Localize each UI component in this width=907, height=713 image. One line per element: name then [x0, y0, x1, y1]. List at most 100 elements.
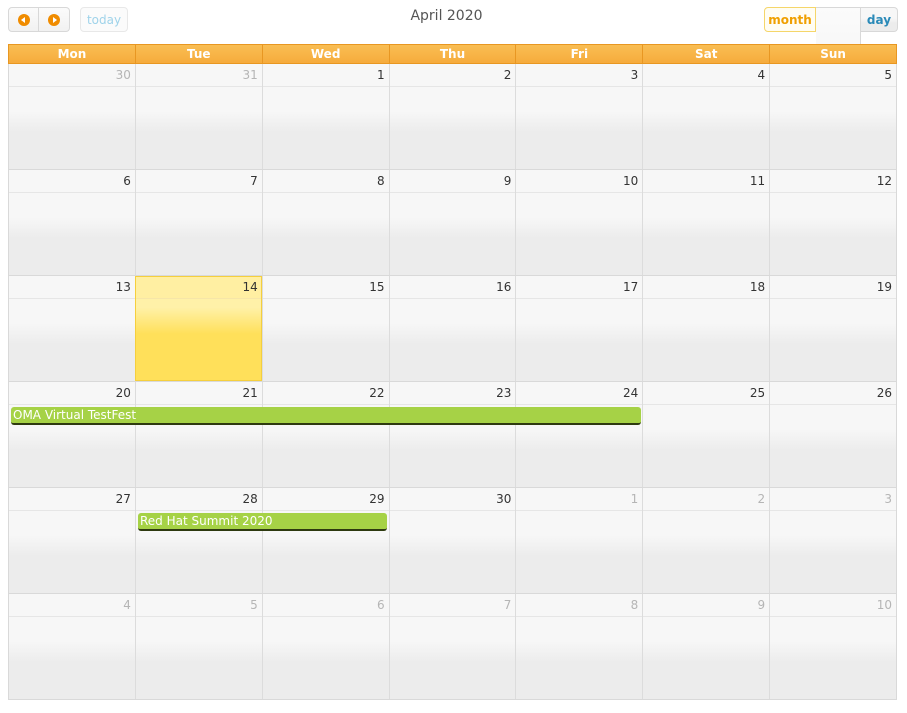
day-cell[interactable]: 29 [261, 488, 389, 593]
day-number: 11 [643, 170, 770, 193]
day-number: 15 [262, 276, 389, 299]
week-row: 20 21 22 23 24 25 26 OMA Virtual TestFest [8, 382, 897, 488]
day-cell[interactable]: 22 [261, 382, 389, 487]
day-number: 4 [643, 64, 770, 87]
day-cell[interactable]: 30 [9, 64, 135, 169]
day-number: 22 [262, 382, 389, 405]
day-cell[interactable]: 31 [134, 64, 262, 169]
day-cell[interactable]: 11 [642, 170, 770, 275]
day-cell[interactable]: 6 [261, 594, 389, 699]
day-number: 9 [643, 594, 770, 617]
day-cell[interactable]: 21 [134, 382, 262, 487]
day-cell[interactable]: 15 [261, 276, 389, 381]
day-cell[interactable]: 9 [388, 170, 516, 275]
weekday-mon: Mon [57, 47, 87, 61]
day-cell[interactable]: 25 [642, 382, 770, 487]
day-number: 12 [770, 170, 897, 193]
day-number: 2 [643, 488, 770, 511]
day-number: 7 [135, 170, 262, 193]
day-number: 1 [516, 488, 643, 511]
day-number: 31 [135, 64, 262, 87]
view-day-button[interactable]: day [861, 7, 898, 32]
day-cell[interactable]: 7 [134, 170, 262, 275]
month-grid: Mon Tue Wed Thu Fri Sat Sun 30 31 1 2 3 4 5 6 7 8… [8, 44, 897, 700]
day-number: 2 [389, 64, 516, 87]
day-cell[interactable]: 4 [9, 594, 135, 699]
weekday-wed: Wed [261, 45, 389, 63]
day-number: 3 [770, 488, 897, 511]
day-number: 30 [389, 488, 516, 511]
day-cell[interactable]: 2 [642, 488, 770, 593]
day-number: 10 [770, 594, 897, 617]
day-cell[interactable]: 5 [769, 64, 897, 169]
day-number: 19 [770, 276, 897, 299]
day-cell-today[interactable]: 14 [134, 276, 262, 381]
week-rows: 30 31 1 2 3 4 5 6 7 8 9 10 11 12 13 14 15 16 17 18 19 20 21 22 2… [8, 64, 897, 700]
calendar-event[interactable]: OMA Virtual TestFest [11, 407, 641, 425]
day-cell[interactable]: 12 [769, 170, 897, 275]
day-number: 3 [516, 64, 643, 87]
day-cell[interactable]: 1 [515, 488, 643, 593]
day-number: 16 [389, 276, 516, 299]
weekday-header: Mon Tue Wed Thu Fri Sat Sun [8, 44, 897, 64]
day-cell[interactable]: 6 [9, 170, 135, 275]
day-cell[interactable]: 17 [515, 276, 643, 381]
day-number: 6 [9, 170, 135, 193]
day-cell[interactable]: 5 [134, 594, 262, 699]
weekday-fri: Fri [515, 45, 642, 63]
day-number: 26 [770, 382, 897, 405]
day-number: 23 [389, 382, 516, 405]
day-cell[interactable]: 23 [388, 382, 516, 487]
week-row: 6 7 8 9 10 11 12 [8, 170, 897, 276]
week-row: 13 14 15 16 17 18 19 [8, 276, 897, 382]
day-cell[interactable]: 19 [769, 276, 897, 381]
day-number: 8 [516, 594, 643, 617]
day-number: 28 [135, 488, 262, 511]
day-number: 14 [135, 276, 262, 299]
calendar-event[interactable]: Red Hat Summit 2020 [138, 513, 387, 531]
calendar-toolbar: today April 2020 month week day [0, 0, 907, 113]
weekday-tue: Tue [134, 45, 262, 63]
day-cell[interactable]: 10 [515, 170, 643, 275]
day-cell[interactable]: 16 [388, 276, 516, 381]
day-number: 20 [9, 382, 135, 405]
day-number: 8 [262, 170, 389, 193]
day-cell[interactable]: 24 [515, 382, 643, 487]
day-number: 5 [770, 64, 897, 87]
day-number: 25 [643, 382, 770, 405]
weekday-thu: Thu [388, 45, 516, 63]
day-cell[interactable]: 20 [9, 382, 135, 487]
day-cell[interactable]: 26 [769, 382, 897, 487]
day-cell[interactable]: 3 [769, 488, 897, 593]
day-cell[interactable]: 8 [261, 170, 389, 275]
day-cell[interactable]: 3 [515, 64, 643, 169]
day-cell[interactable]: 8 [515, 594, 643, 699]
day-cell[interactable]: 18 [642, 276, 770, 381]
week-row: 4 5 6 7 8 9 10 [8, 594, 897, 700]
day-cell[interactable]: 2 [388, 64, 516, 169]
day-cell[interactable]: 28 [134, 488, 262, 593]
day-number: 13 [9, 276, 135, 299]
day-cell[interactable]: 13 [9, 276, 135, 381]
day-cell[interactable]: 7 [388, 594, 516, 699]
day-number: 21 [135, 382, 262, 405]
day-cell[interactable]: 30 [388, 488, 516, 593]
day-number: 18 [643, 276, 770, 299]
week-row: 27 28 29 30 1 2 3 Red Hat Summit 2020 [8, 488, 897, 594]
day-cell[interactable]: 27 [9, 488, 135, 593]
view-month-button[interactable]: month [764, 7, 816, 32]
day-cell[interactable]: 1 [261, 64, 389, 169]
week-row: 30 31 1 2 3 4 5 [8, 64, 897, 170]
day-number: 29 [262, 488, 389, 511]
day-number: 9 [389, 170, 516, 193]
day-cell[interactable]: 9 [642, 594, 770, 699]
day-number: 7 [389, 594, 516, 617]
day-cell[interactable]: 10 [769, 594, 897, 699]
day-number: 5 [135, 594, 262, 617]
weekday-sun: Sun [769, 45, 896, 63]
day-number: 1 [262, 64, 389, 87]
day-number: 24 [516, 382, 643, 405]
day-number: 17 [516, 276, 643, 299]
day-number: 6 [262, 594, 389, 617]
day-cell[interactable]: 4 [642, 64, 770, 169]
